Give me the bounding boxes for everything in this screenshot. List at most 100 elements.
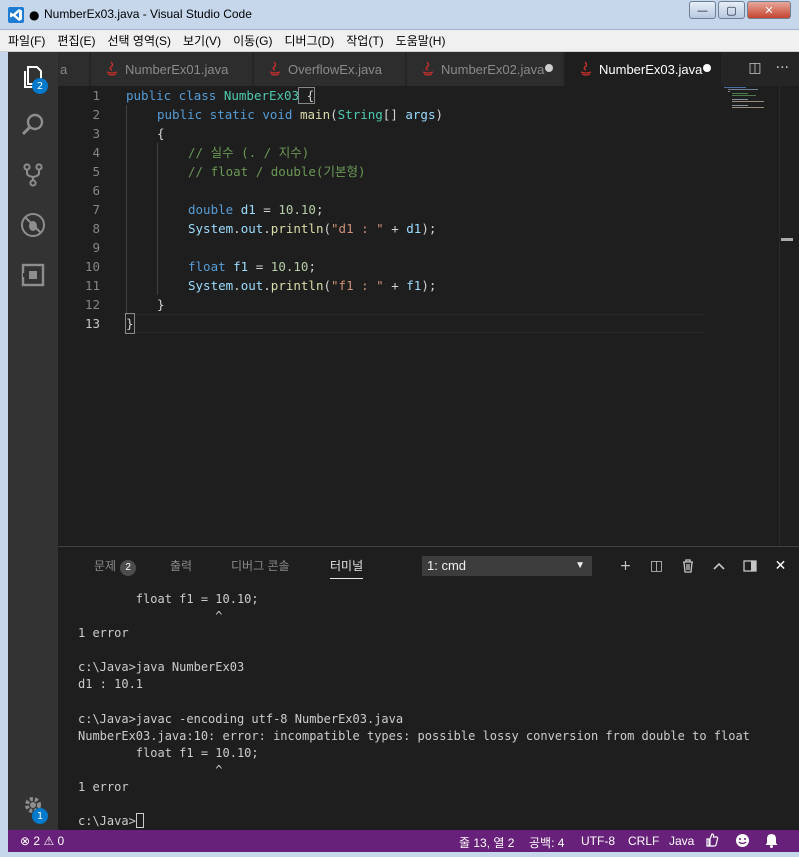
tab-label: NumberEx02.java: [441, 61, 545, 77]
activity-explorer[interactable]: 2: [8, 54, 58, 100]
tab-terminal[interactable]: 터미널: [330, 557, 364, 579]
eol-status[interactable]: CRLF: [628, 834, 659, 848]
split-terminal-icon[interactable]: ◫: [641, 556, 672, 576]
activity-search[interactable]: [8, 102, 58, 148]
split-editor-icon[interactable]: ◫: [748, 60, 761, 76]
feedback-smiley-icon[interactable]: [735, 833, 750, 851]
source-control-icon: [23, 163, 43, 187]
tab-partial[interactable]: a: [58, 52, 90, 86]
terminal-select-value: 1: cmd: [427, 558, 467, 573]
code-line: 10 float f1 = 10.10;: [58, 257, 704, 276]
problems-status[interactable]: ⊗ 2 ⚠ 0: [20, 834, 64, 848]
line-content: }: [125, 313, 135, 334]
terminal-output[interactable]: float f1 = 10.10; ^ 1 error c:\Java>java N…: [78, 591, 750, 830]
toggle-panel-icon[interactable]: [734, 556, 765, 576]
cursor-position[interactable]: 줄 13, 열 2: [459, 834, 514, 851]
terminal-line: 1 error: [78, 626, 129, 641]
tab-numberex03[interactable]: NumberEx03.java: [565, 52, 722, 86]
line-number: 12: [84, 297, 100, 312]
encoding-status[interactable]: UTF-8: [581, 834, 615, 848]
menu-view[interactable]: 보기(V): [183, 32, 221, 49]
maximize-button[interactable]: ▢: [718, 1, 745, 19]
menu-tasks[interactable]: 작업(T): [346, 32, 383, 49]
code-line: 6: [58, 181, 704, 200]
menu-debug[interactable]: 디버그(D): [284, 32, 334, 49]
tab-overflowex[interactable]: OverflowEx.java: [254, 52, 406, 86]
window-controls: — ▢ ✕: [689, 1, 791, 19]
minimize-icon: —: [697, 3, 708, 17]
tab-label: a: [60, 61, 68, 77]
new-terminal-icon[interactable]: +: [610, 556, 641, 576]
error-count: 2: [33, 834, 41, 848]
editor-tab-bar: a NumberEx01.java OverflowEx.java Number…: [58, 52, 799, 86]
error-icon: ⊗: [20, 834, 31, 848]
line-number: 5: [92, 164, 100, 179]
kill-terminal-icon[interactable]: [672, 556, 703, 576]
menu-selection[interactable]: 선택 영역(S): [107, 32, 171, 49]
tab-numberex02[interactable]: NumberEx02.java: [407, 52, 564, 86]
line-content: public static void main(String[] args): [157, 107, 444, 122]
tab-debug-console[interactable]: 디버그 콘솔: [231, 557, 290, 574]
unsaved-dot-icon[interactable]: [545, 64, 553, 72]
activity-extensions[interactable]: [8, 252, 58, 298]
tab-label: NumberEx03.java: [599, 61, 703, 77]
minimize-button[interactable]: —: [689, 1, 716, 19]
maximize-panel-icon[interactable]: [703, 556, 734, 576]
editor-scrollbar[interactable]: [779, 86, 799, 546]
close-icon: ✕: [764, 3, 774, 17]
tab-label: NumberEx01.java: [125, 61, 229, 77]
tab-problems[interactable]: 문제 2: [94, 557, 137, 576]
close-window-button[interactable]: ✕: [747, 1, 791, 19]
line-content: public class NumberEx03 {: [126, 87, 316, 104]
line-content: double d1 = 10.10;: [188, 202, 324, 217]
terminal-cursor: [135, 813, 144, 829]
menu-go[interactable]: 이동(G): [233, 32, 272, 49]
indentation-status[interactable]: 공백: 4: [529, 834, 564, 851]
window-frame-left: [0, 52, 8, 852]
activity-source-control[interactable]: [8, 152, 58, 198]
terminal-select[interactable]: 1: cmd ▼: [422, 556, 592, 576]
terminal-line: NumberEx03.java:10: error: incompatible …: [78, 728, 750, 743]
java-file-icon: [422, 61, 434, 76]
menu-edit[interactable]: 편집(E): [57, 32, 95, 49]
code-line: 13 }: [58, 313, 704, 334]
terminal-prompt-line: c:\Java>: [78, 813, 750, 830]
line-number: 7: [92, 202, 100, 217]
code-line: 7 double d1 = 10.10;: [58, 200, 704, 219]
unsaved-dot-icon[interactable]: [703, 64, 711, 72]
activity-debug[interactable]: [8, 202, 58, 248]
terminal-line: ^: [78, 762, 223, 777]
activity-settings[interactable]: 1: [8, 782, 58, 828]
menu-file[interactable]: 파일(F): [8, 32, 45, 49]
code-line: 2 public static void main(String[] args): [58, 105, 704, 124]
notifications-bell-icon[interactable]: [765, 833, 778, 851]
code-line: 5 // float / double(기본형): [58, 162, 704, 181]
terminal-line: float f1 = 10.10;: [78, 745, 259, 760]
line-number: 10: [84, 259, 100, 274]
code-line: 9: [58, 238, 704, 257]
line-content: {: [157, 126, 165, 141]
language-status[interactable]: Java: [669, 834, 694, 848]
line-content: float f1 = 10.10;: [188, 259, 316, 274]
line-number: 3: [92, 126, 100, 141]
tab-output[interactable]: 출력: [170, 557, 192, 574]
search-icon: [21, 113, 44, 136]
chevron-down-icon: ▼: [575, 560, 585, 571]
code-editor[interactable]: 1 public class NumberEx03 { 2 public sta…: [58, 86, 799, 546]
more-actions-icon[interactable]: ···: [776, 60, 789, 76]
line-number: 6: [92, 183, 100, 198]
code-line: 12 }: [58, 295, 704, 314]
tab-numberex01[interactable]: NumberEx01.java: [91, 52, 253, 86]
vscode-logo-icon: [8, 7, 24, 23]
menu-help[interactable]: 도움말(H): [396, 32, 446, 49]
menu-bar: 파일(F) 편집(E) 선택 영역(S) 보기(V) 이동(G) 디버그(D) …: [0, 30, 799, 52]
thumbs-up-icon[interactable]: [705, 833, 719, 850]
explorer-badge: 2: [32, 78, 48, 94]
debug-icon: [21, 213, 45, 237]
minimap[interactable]: [724, 86, 779, 126]
code-line: 8 System.out.println("d1 : " + d1);: [58, 219, 704, 238]
panel-actions: + ◫ ✕: [610, 556, 796, 576]
code-line: 3 {: [58, 124, 704, 143]
close-panel-icon[interactable]: ✕: [765, 556, 796, 576]
